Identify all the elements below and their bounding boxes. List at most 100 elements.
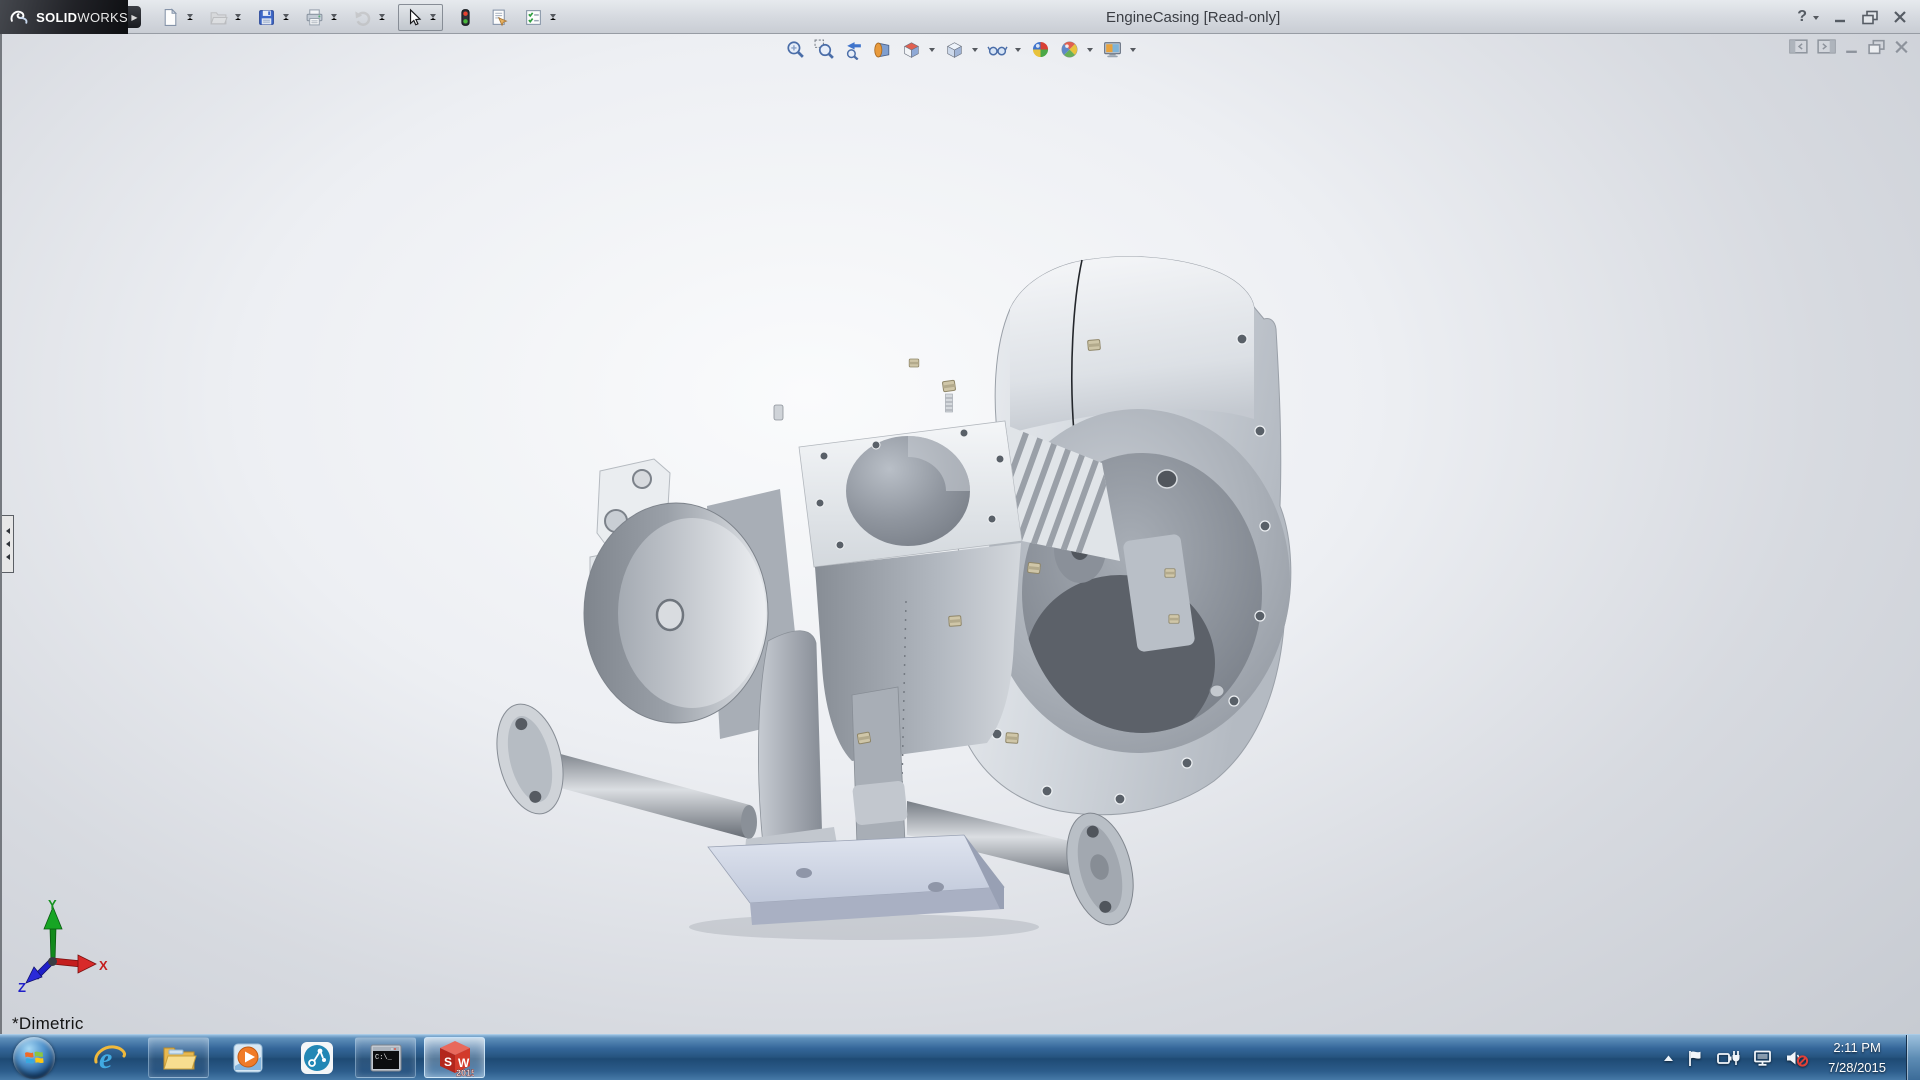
restore-icon bbox=[1861, 10, 1879, 25]
taskbar-clock[interactable]: 2:11 PM 7/28/2015 bbox=[1822, 1037, 1892, 1078]
network-status-icon[interactable] bbox=[1752, 1049, 1774, 1067]
flag-icon bbox=[1686, 1049, 1706, 1067]
taskbar-item-command-prompt[interactable]: C:\_ bbox=[355, 1037, 416, 1078]
doc-restore-icon bbox=[1867, 39, 1886, 55]
power-status-icon[interactable] bbox=[1717, 1049, 1741, 1067]
apply-scene-caret[interactable] bbox=[1087, 48, 1093, 52]
collapse-arrow-icon bbox=[6, 554, 10, 560]
display-style-caret[interactable] bbox=[972, 48, 978, 52]
document-window-controls bbox=[1789, 39, 1910, 55]
close-button[interactable] bbox=[1892, 10, 1908, 24]
previous-view-button[interactable] bbox=[840, 37, 867, 62]
previous-view-icon bbox=[843, 39, 864, 60]
file-properties-button[interactable] bbox=[487, 5, 512, 30]
open-folder-icon bbox=[209, 8, 228, 27]
internet-explorer-icon: e bbox=[92, 1040, 128, 1076]
select-dropdown-caret[interactable] bbox=[430, 14, 436, 20]
undo-arrow-icon bbox=[353, 8, 372, 27]
collapse-pane-icon bbox=[1789, 39, 1809, 55]
system-tray: 2:11 PM 7/28/2015 bbox=[1662, 1037, 1900, 1078]
view-orientation-group bbox=[898, 37, 939, 62]
collapse-pane-button[interactable] bbox=[1789, 39, 1809, 55]
network-monitor-icon bbox=[1752, 1049, 1774, 1067]
view-settings-monitor-icon bbox=[1102, 39, 1123, 60]
zoom-to-area-button[interactable] bbox=[811, 37, 838, 62]
svg-text:Y: Y bbox=[48, 897, 57, 912]
open-dropdown-caret[interactable] bbox=[235, 14, 241, 20]
feature-manager-collapsed-tab[interactable] bbox=[2, 515, 14, 573]
print-dropdown-caret[interactable] bbox=[331, 14, 337, 20]
hide-show-items-caret[interactable] bbox=[1015, 48, 1021, 52]
view-settings-caret[interactable] bbox=[1130, 48, 1136, 52]
solidworks-2015-icon: S W 2015 bbox=[436, 1039, 474, 1077]
save-dropdown-caret[interactable] bbox=[283, 14, 289, 20]
options-checklist-icon bbox=[524, 8, 543, 27]
show-desktop-button[interactable] bbox=[1906, 1035, 1920, 1080]
taskbar-item-media-player[interactable] bbox=[217, 1037, 278, 1078]
select-tool-button[interactable] bbox=[401, 5, 426, 30]
hide-show-items-button[interactable] bbox=[984, 37, 1011, 62]
undo-group bbox=[350, 5, 389, 30]
taskbar: e bbox=[0, 1034, 1920, 1080]
taskbar-item-solidworks[interactable]: S W 2015 bbox=[424, 1037, 485, 1078]
zoom-to-area-group bbox=[811, 37, 838, 62]
options-group bbox=[521, 5, 560, 30]
doc-close-icon bbox=[1893, 39, 1910, 55]
section-view-button[interactable] bbox=[869, 37, 896, 62]
solidworks-logo[interactable]: SOLIDWORKS bbox=[0, 0, 128, 34]
new-document-button[interactable] bbox=[158, 5, 183, 30]
collapse-arrow-icon bbox=[6, 528, 10, 534]
graphics-area[interactable]: Y X Z *Dimetric bbox=[0, 34, 1920, 1034]
file-properties-icon bbox=[490, 8, 509, 27]
view-orientation-button[interactable] bbox=[898, 37, 925, 62]
zoom-to-area-icon bbox=[814, 39, 835, 60]
appearance-ball-icon bbox=[1030, 39, 1051, 60]
taskbar-item-windows-explorer[interactable] bbox=[148, 1037, 209, 1078]
edit-appearance-group bbox=[1027, 37, 1054, 62]
rebuild-button[interactable] bbox=[453, 5, 478, 30]
undo-button[interactable] bbox=[350, 5, 375, 30]
menu-expand-arrow[interactable]: ▶ bbox=[128, 6, 141, 28]
display-style-button[interactable] bbox=[941, 37, 968, 62]
chevron-up-icon bbox=[1662, 1053, 1675, 1063]
view-orientation-caret[interactable] bbox=[929, 48, 935, 52]
windows-flag-icon bbox=[23, 1047, 45, 1069]
doc-close-button[interactable] bbox=[1893, 39, 1910, 55]
print-button[interactable] bbox=[302, 5, 327, 30]
expand-pane-button[interactable] bbox=[1816, 39, 1836, 55]
clock-date: 7/28/2015 bbox=[1828, 1058, 1886, 1078]
close-icon bbox=[1892, 10, 1908, 24]
save-button[interactable] bbox=[254, 5, 279, 30]
minimize-button[interactable] bbox=[1832, 10, 1848, 24]
show-hidden-icons-button[interactable] bbox=[1662, 1053, 1675, 1063]
view-settings-button[interactable] bbox=[1099, 37, 1126, 62]
options-dropdown-caret[interactable] bbox=[550, 14, 556, 20]
options-button[interactable] bbox=[521, 5, 546, 30]
select-cursor-icon bbox=[404, 8, 423, 27]
new-document-icon bbox=[161, 8, 180, 27]
new-dropdown-caret[interactable] bbox=[187, 14, 193, 20]
taskbar-item-internet-explorer[interactable]: e bbox=[79, 1037, 140, 1078]
taskbar-items: e bbox=[79, 1035, 485, 1080]
desktop-screen: SOLIDWORKS ▶ bbox=[0, 0, 1920, 1080]
previous-view-group bbox=[840, 37, 867, 62]
window-title: EngineCasing [Read-only] bbox=[1106, 0, 1280, 34]
engine-casing-model[interactable] bbox=[2, 34, 1920, 1034]
apply-scene-button[interactable] bbox=[1056, 37, 1083, 62]
help-button[interactable]: ? bbox=[1797, 8, 1819, 26]
speaker-mute-icon bbox=[1785, 1049, 1809, 1067]
action-center-button[interactable] bbox=[1686, 1049, 1706, 1067]
taskbar-item-share-app[interactable] bbox=[286, 1037, 347, 1078]
edit-appearance-button[interactable] bbox=[1027, 37, 1054, 62]
doc-minimize-button[interactable] bbox=[1843, 39, 1860, 55]
rebuild-group bbox=[453, 5, 478, 30]
open-button[interactable] bbox=[206, 5, 231, 30]
undo-dropdown-caret[interactable] bbox=[379, 14, 385, 20]
volume-muted-icon[interactable] bbox=[1785, 1049, 1809, 1067]
save-group bbox=[254, 5, 293, 30]
doc-restore-button[interactable] bbox=[1867, 39, 1886, 55]
display-style-cube-icon bbox=[944, 39, 965, 60]
restore-button[interactable] bbox=[1861, 10, 1879, 25]
start-button[interactable] bbox=[13, 1037, 55, 1079]
zoom-to-fit-button[interactable] bbox=[782, 37, 809, 62]
